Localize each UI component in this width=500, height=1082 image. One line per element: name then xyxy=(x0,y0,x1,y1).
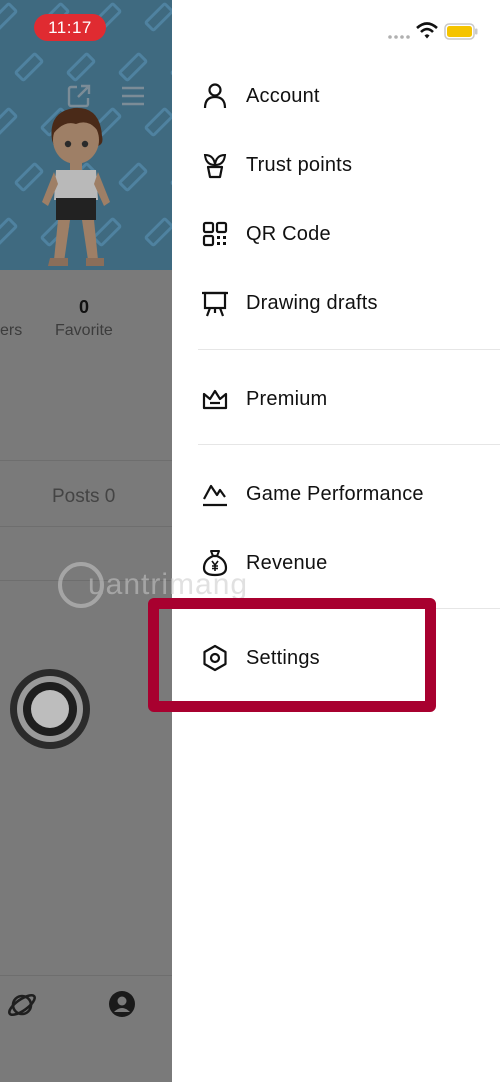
menu-item-premium[interactable]: Premium xyxy=(172,371,500,427)
favorite-label: Favorite xyxy=(55,322,113,339)
chart-line-icon xyxy=(200,479,230,509)
menu-item-label: Settings xyxy=(246,646,320,669)
menu-divider xyxy=(198,349,500,350)
signal-icon xyxy=(388,35,410,39)
money-bag-icon xyxy=(200,548,230,578)
battery-icon xyxy=(444,23,478,40)
profile-tab-icon[interactable] xyxy=(108,990,136,1018)
followers-label-partial: ers xyxy=(0,322,23,339)
status-time: 11:17 xyxy=(34,14,106,41)
posts-tab[interactable]: Posts 0 xyxy=(52,486,115,508)
menu-item-game-performance[interactable]: Game Performance xyxy=(172,466,500,522)
settings-hexagon-icon xyxy=(200,643,230,673)
divider xyxy=(0,526,172,527)
menu-item-label: Premium xyxy=(246,387,328,410)
wifi-icon xyxy=(416,22,438,39)
menu-item-trust-points[interactable]: Trust points xyxy=(172,137,500,193)
hamburger-menu-icon[interactable] xyxy=(120,84,146,108)
side-drawer: Account Trust points QR Code Drawing dra… xyxy=(172,0,500,1082)
menu-item-label: Game Performance xyxy=(246,482,424,505)
tab-bar-divider xyxy=(0,975,172,976)
menu-item-label: QR Code xyxy=(246,222,331,245)
menu-divider xyxy=(198,444,500,445)
favorite-count: 0 xyxy=(78,297,89,317)
menu-item-label: Account xyxy=(246,84,320,107)
crown-icon xyxy=(200,384,230,414)
menu-divider xyxy=(198,608,500,609)
menu-item-label: Drawing drafts xyxy=(246,291,378,314)
menu-item-label: Trust points xyxy=(246,153,353,176)
assistive-touch-button[interactable] xyxy=(10,669,90,749)
avatar-character xyxy=(42,107,110,266)
background-profile-screen: 11:17 ers 0 Favorite Posts 0 xyxy=(0,0,172,1082)
menu-item-label: Revenue xyxy=(246,551,328,574)
sprout-icon xyxy=(200,150,230,180)
menu-item-account[interactable]: Account xyxy=(172,68,500,124)
planet-icon[interactable] xyxy=(6,989,38,1021)
menu-item-drawing-drafts[interactable]: Drawing drafts xyxy=(172,275,500,331)
qr-code-icon xyxy=(200,219,230,249)
menu-item-revenue[interactable]: Revenue xyxy=(172,535,500,591)
divider xyxy=(0,580,172,581)
person-icon xyxy=(200,81,230,111)
menu-item-qr-code[interactable]: QR Code xyxy=(172,206,500,262)
divider xyxy=(0,460,172,461)
easel-icon xyxy=(200,288,230,318)
menu-item-settings[interactable]: Settings xyxy=(172,630,500,686)
